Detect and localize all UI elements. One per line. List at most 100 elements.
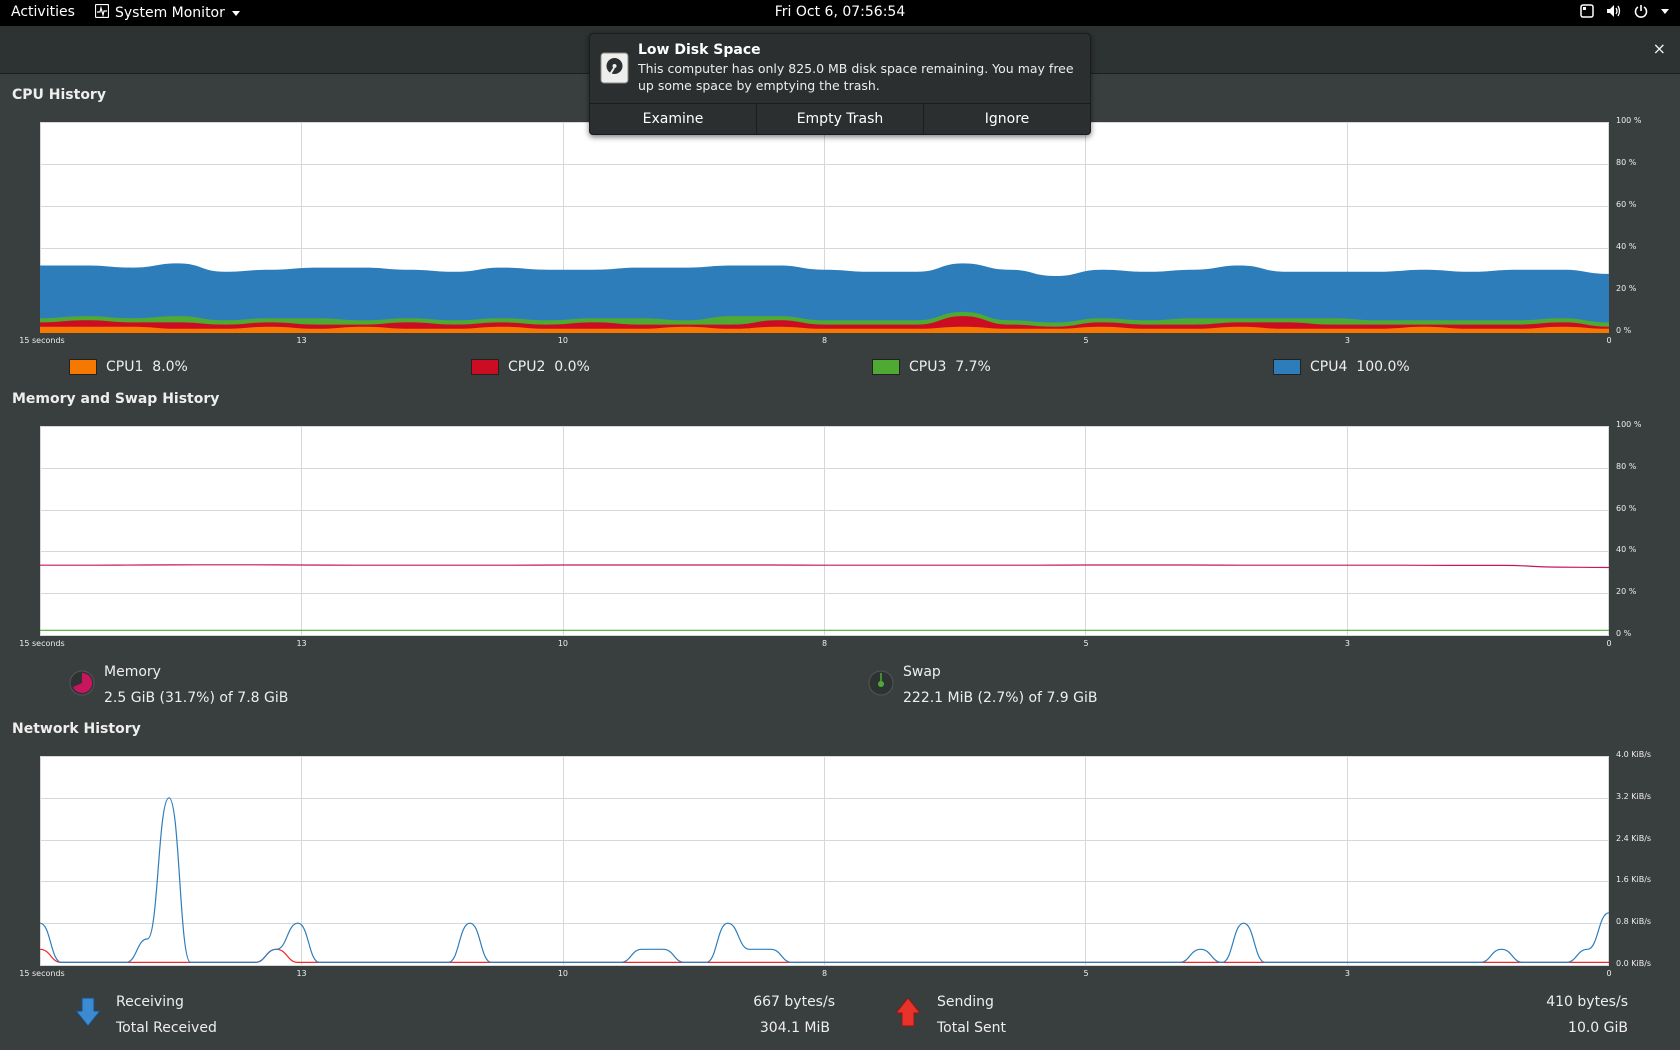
y-tick-label: 80 % <box>1616 461 1637 471</box>
system-monitor-icon <box>94 3 110 22</box>
y-tick-label: 40 % <box>1616 242 1637 251</box>
y-tick-label: 20 % <box>1616 284 1637 293</box>
cpu4-label: CPU4 <box>1310 359 1348 375</box>
notification-title: Low Disk Space <box>638 42 761 58</box>
legend-cpu2[interactable]: CPU2 0.0% <box>471 359 590 375</box>
app-menu-label: System Monitor <box>115 5 225 21</box>
x-tick-label: 8 <box>821 969 828 978</box>
total-sent-label: Total Sent <box>937 1020 1007 1036</box>
cpu1-value: 8.0% <box>152 359 188 375</box>
x-tick-label: 10 <box>557 639 569 648</box>
swap-pie-icon[interactable] <box>867 669 895 701</box>
notification-actions: Examine Empty Trash Ignore <box>590 103 1090 134</box>
receiving-label: Receiving <box>116 994 184 1010</box>
cpu4-swatch[interactable] <box>1273 359 1301 375</box>
total-received-value: 304.1 MiB <box>759 1020 830 1036</box>
y-tick-label: 1.6 KiB/s <box>1616 875 1652 885</box>
swap-label: Swap <box>903 664 941 680</box>
x-tick-label: 13 <box>296 969 307 978</box>
x-tick-label: 5 <box>1083 336 1089 345</box>
chevron-down-icon[interactable] <box>1660 7 1670 15</box>
sending-value: 410 bytes/s <box>1546 994 1628 1010</box>
cpu1-swatch[interactable] <box>69 359 97 375</box>
cpu-history-title: CPU History <box>12 87 106 103</box>
cpu4-value: 100.0% <box>1356 359 1410 375</box>
power-icon[interactable] <box>1634 4 1648 18</box>
chevron-down-icon <box>231 5 241 21</box>
network-chart <box>40 756 1609 966</box>
network-graph <box>40 756 1609 966</box>
memory-pie-icon[interactable] <box>68 669 96 701</box>
empty-trash-button[interactable]: Empty Trash <box>757 104 924 134</box>
cpu3-label: CPU3 <box>909 359 947 375</box>
disk-icon <box>600 52 630 84</box>
cpu2-label: CPU2 <box>508 359 546 375</box>
x-tick-label: 13 <box>296 336 307 345</box>
network-history-title: Network History <box>12 721 141 737</box>
memory-graph <box>40 426 1609 636</box>
low-disk-notification[interactable]: Low Disk Space This computer has only 82… <box>589 33 1091 135</box>
x-tick-label: 15 seconds <box>19 336 65 345</box>
y-tick-label: 60 % <box>1616 200 1637 209</box>
cpu3-swatch[interactable] <box>872 359 900 375</box>
cpu2-value: 0.0% <box>554 359 590 375</box>
cpu1-label: CPU1 <box>106 359 144 375</box>
cpu3-value: 7.7% <box>955 359 991 375</box>
y-tick-label: 4.0 KiB/s <box>1616 750 1652 759</box>
ignore-button[interactable]: Ignore <box>924 104 1090 134</box>
cpu-chart <box>40 122 1609 333</box>
x-tick-label: 8 <box>821 639 828 648</box>
x-tick-label: 13 <box>296 639 307 648</box>
cpu2-swatch[interactable] <box>471 359 499 375</box>
app-menu[interactable]: System Monitor <box>94 3 241 22</box>
receiving-arrow-icon[interactable] <box>74 997 102 1031</box>
total-received-label: Total Received <box>116 1020 217 1036</box>
x-tick-label: 15 seconds <box>19 969 65 978</box>
close-button[interactable]: × <box>1653 39 1666 58</box>
x-tick-label: 0 <box>1606 969 1612 978</box>
y-tick-label: 0 % <box>1616 629 1632 638</box>
y-tick-label: 0.0 KiB/s <box>1616 959 1652 968</box>
x-tick-label: 10 <box>557 336 569 345</box>
y-tick-label: 3.2 KiB/s <box>1616 791 1652 801</box>
examine-button[interactable]: Examine <box>590 104 757 134</box>
top-bar: Activities System Monitor Fri Oct 6, 07:… <box>0 0 1680 26</box>
system-tray[interactable] <box>1580 4 1670 18</box>
total-sent-value: 10.0 GiB <box>1568 1020 1628 1036</box>
x-tick-label: 10 <box>557 969 569 978</box>
y-tick-label: 0 % <box>1616 326 1632 335</box>
legend-cpu3[interactable]: CPU3 7.7% <box>872 359 991 375</box>
legend-cpu4[interactable]: CPU4 100.0% <box>1273 359 1410 375</box>
memory-history-title: Memory and Swap History <box>12 391 220 407</box>
receiving-value: 667 bytes/s <box>753 994 835 1010</box>
x-tick-label: 3 <box>1344 969 1350 978</box>
sending-label: Sending <box>937 994 994 1010</box>
y-tick-label: 100 % <box>1616 116 1642 125</box>
memory-chart <box>40 426 1609 636</box>
y-tick-label: 40 % <box>1616 545 1637 555</box>
clock[interactable]: Fri Oct 6, 07:56:54 <box>775 4 905 20</box>
x-tick-label: 8 <box>821 336 828 345</box>
y-tick-label: 80 % <box>1616 158 1637 167</box>
x-tick-label: 0 <box>1606 336 1612 345</box>
y-tick-label: 0.8 KiB/s <box>1616 917 1652 927</box>
volume-icon[interactable] <box>1606 4 1622 18</box>
x-tick-label: 0 <box>1606 639 1612 648</box>
y-tick-label: 100 % <box>1616 420 1642 429</box>
x-tick-label: 5 <box>1083 639 1089 648</box>
x-tick-label: 5 <box>1083 969 1089 978</box>
swap-value: 222.1 MiB (2.7%) of 7.9 GiB <box>903 690 1098 706</box>
activities-button[interactable]: Activities <box>11 4 75 20</box>
legend-cpu1[interactable]: CPU1 8.0% <box>69 359 188 375</box>
x-tick-label: 3 <box>1344 639 1350 648</box>
memory-label: Memory <box>104 664 161 680</box>
sending-arrow-icon[interactable] <box>894 997 922 1031</box>
memory-value: 2.5 GiB (31.7%) of 7.8 GiB <box>104 690 289 706</box>
notification-body: This computer has only 825.0 MB disk spa… <box>638 61 1074 93</box>
y-tick-label: 2.4 KiB/s <box>1616 833 1652 843</box>
x-tick-label: 15 seconds <box>19 639 65 648</box>
x-tick-label: 3 <box>1344 336 1350 345</box>
screen-icon[interactable] <box>1580 4 1594 18</box>
cpu-graph <box>40 122 1609 333</box>
y-tick-label: 20 % <box>1616 587 1637 597</box>
